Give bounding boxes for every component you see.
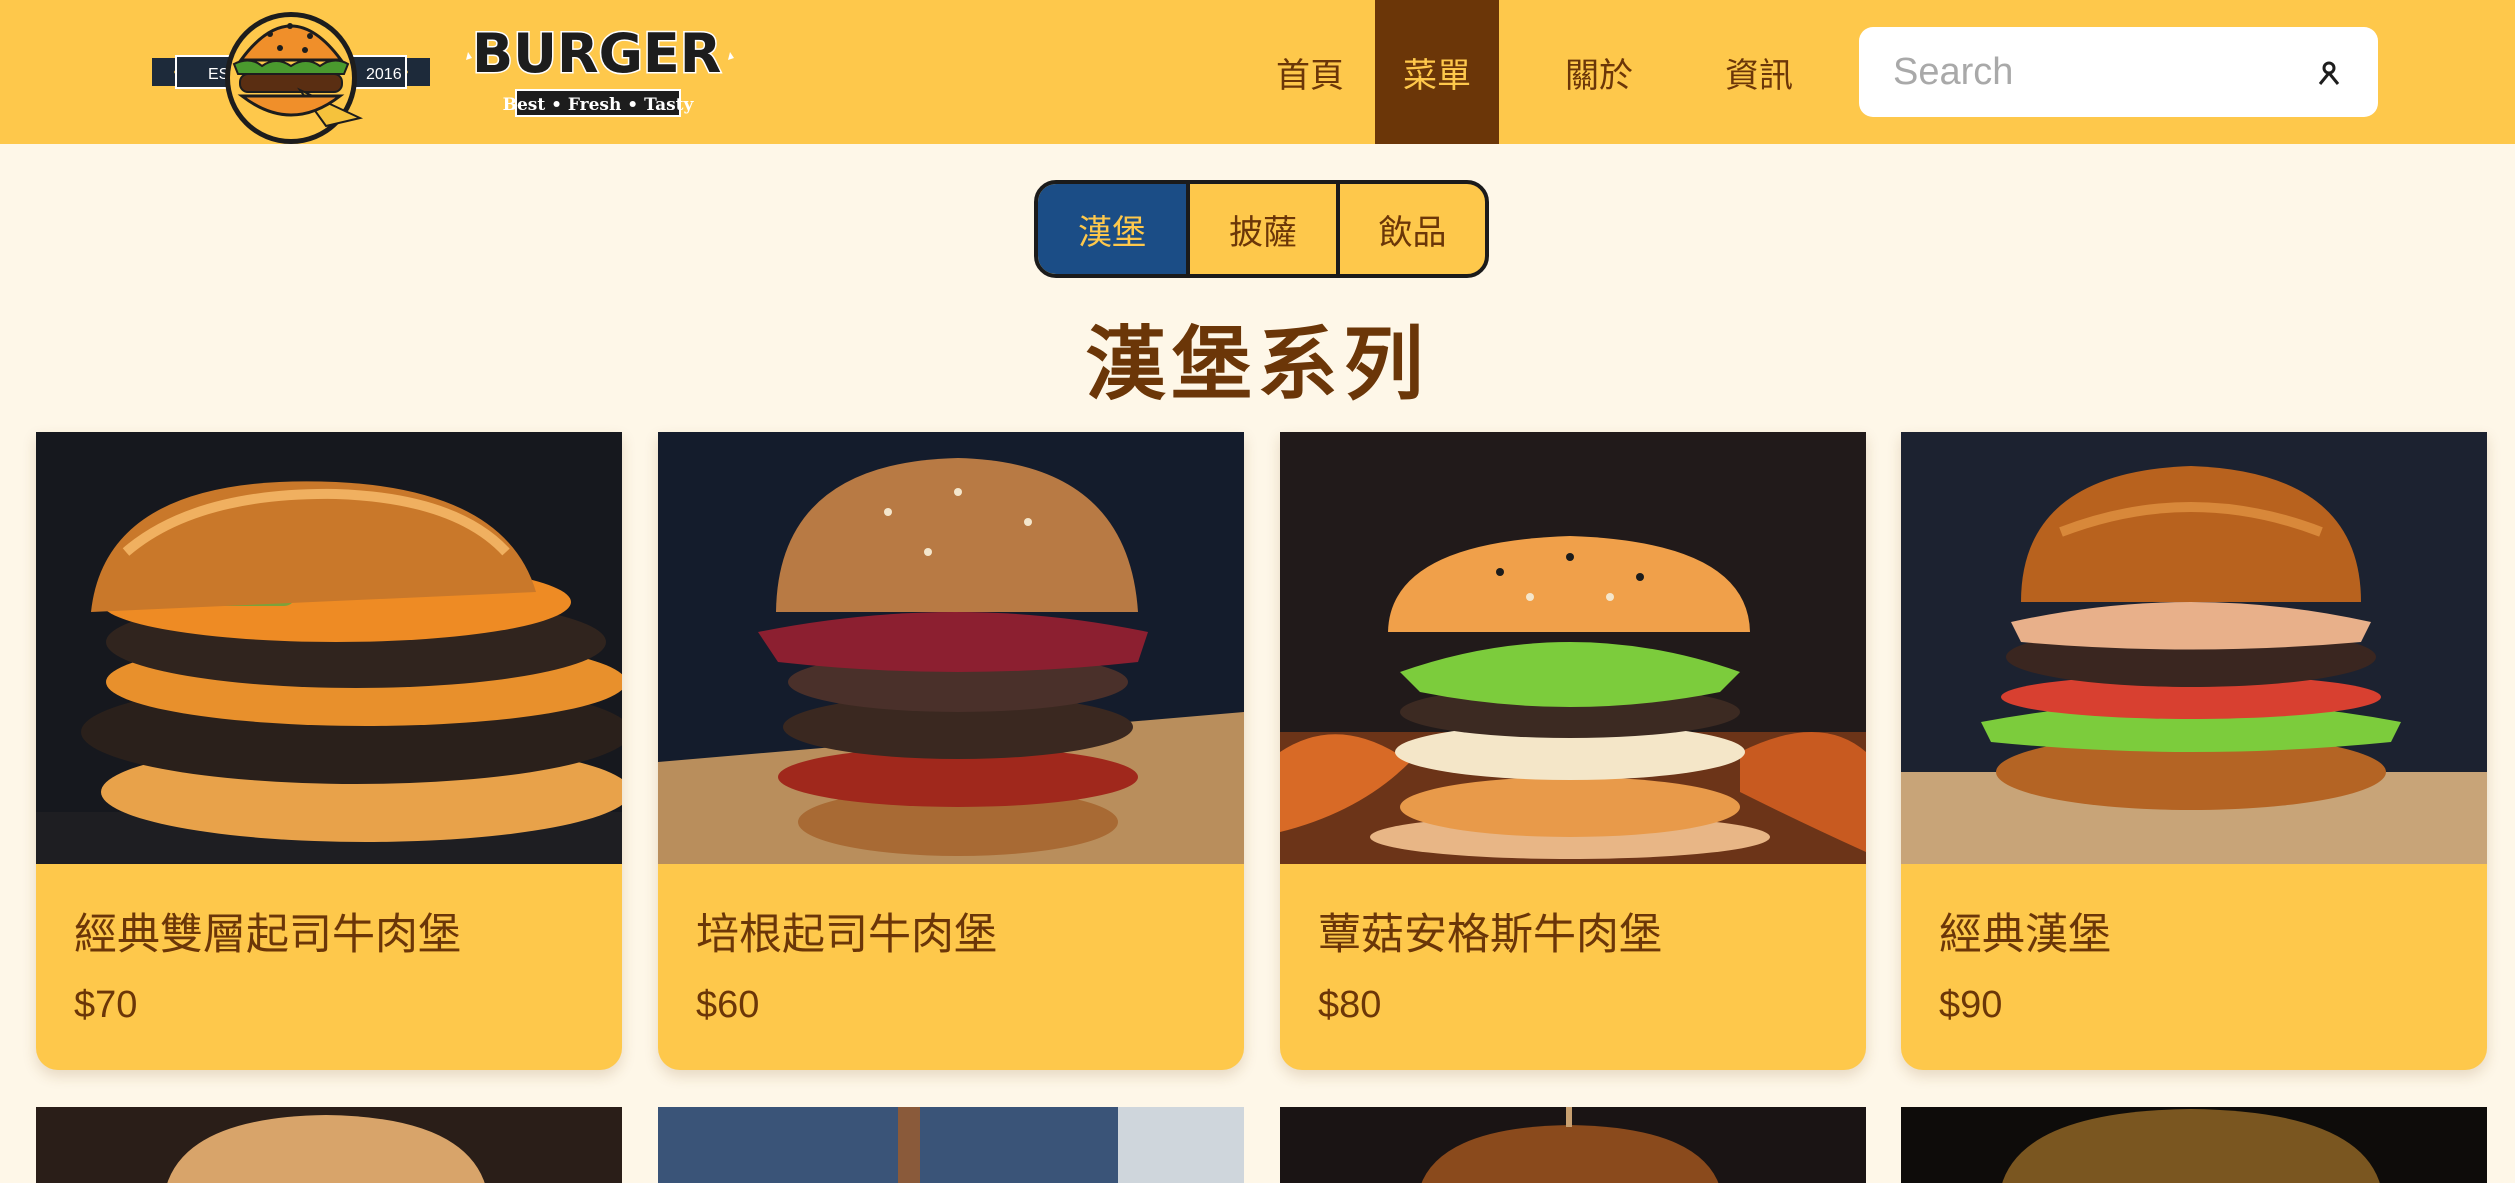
main-nav: 首頁 菜單 關於 資訊 — [1245, 0, 1819, 144]
tab-label: 飲品 — [1378, 212, 1447, 253]
nav-item-menu[interactable]: 菜單 — [1375, 0, 1499, 144]
section-title: 漢堡系列 — [1085, 318, 1430, 411]
burger-image — [658, 432, 1244, 864]
nav-item-home[interactable]: 首頁 — [1245, 0, 1375, 144]
product-price: $70 — [74, 984, 138, 1026]
search-box — [1859, 27, 2378, 117]
svg-text:BURGER: BURGER — [472, 22, 721, 85]
search-icon[interactable] — [2316, 60, 2342, 86]
svg-text:2016: 2016 — [366, 66, 402, 83]
product-card[interactable]: 培根起司牛肉堡 $60 — [658, 432, 1244, 1070]
product-name: 蕈菇安格斯牛肉堡 — [1318, 910, 1662, 960]
search-input[interactable] — [1893, 27, 2293, 117]
tab-drinks[interactable]: 飲品 — [1336, 184, 1485, 274]
product-price: $60 — [696, 984, 760, 1026]
product-name: 經典雙層起司牛肉堡 — [74, 910, 461, 960]
product-price: $80 — [1318, 984, 1382, 1026]
nav-item-label: 資訊 — [1725, 55, 1793, 96]
category-tabs: 漢堡 披薩 飲品 — [1034, 180, 1489, 278]
nav-item-label: 菜單 — [1403, 55, 1471, 96]
burger-image — [36, 432, 622, 864]
burger-image — [1901, 432, 2487, 864]
nav-item-info[interactable]: 資訊 — [1699, 0, 1819, 144]
product-name: 培根起司牛肉堡 — [696, 910, 997, 960]
nav-item-about[interactable]: 關於 — [1499, 0, 1699, 144]
nav-item-label: 首頁 — [1276, 55, 1344, 96]
tab-pizza[interactable]: 披薩 — [1186, 184, 1336, 274]
product-card-partial[interactable] — [1901, 1107, 2487, 1183]
product-card[interactable]: 經典漢堡 $90 — [1901, 432, 2487, 1070]
svg-text:Best • Fresh • Tasty: Best • Fresh • Tasty — [503, 95, 695, 115]
burger-logo[interactable]: EST. 2016 BURGER Best • Fresh • Tasty — [150, 0, 750, 144]
site-header: EST. 2016 BURGER Best • Fresh • Tasty 首頁… — [0, 0, 2515, 144]
product-card-partial[interactable] — [658, 1107, 1244, 1183]
burger-image — [1280, 432, 1866, 864]
product-price: $90 — [1939, 984, 2003, 1026]
nav-item-label: 關於 — [1565, 55, 1633, 96]
tab-burger[interactable]: 漢堡 — [1038, 184, 1186, 274]
product-card[interactable]: 經典雙層起司牛肉堡 $70 — [36, 432, 622, 1070]
product-card-partial[interactable] — [36, 1107, 622, 1183]
product-card[interactable]: 蕈菇安格斯牛肉堡 $80 — [1280, 432, 1866, 1070]
tab-label: 披薩 — [1229, 212, 1297, 253]
tab-label: 漢堡 — [1078, 212, 1146, 253]
product-name: 經典漢堡 — [1939, 910, 2111, 960]
product-card-partial[interactable] — [1280, 1107, 1866, 1183]
